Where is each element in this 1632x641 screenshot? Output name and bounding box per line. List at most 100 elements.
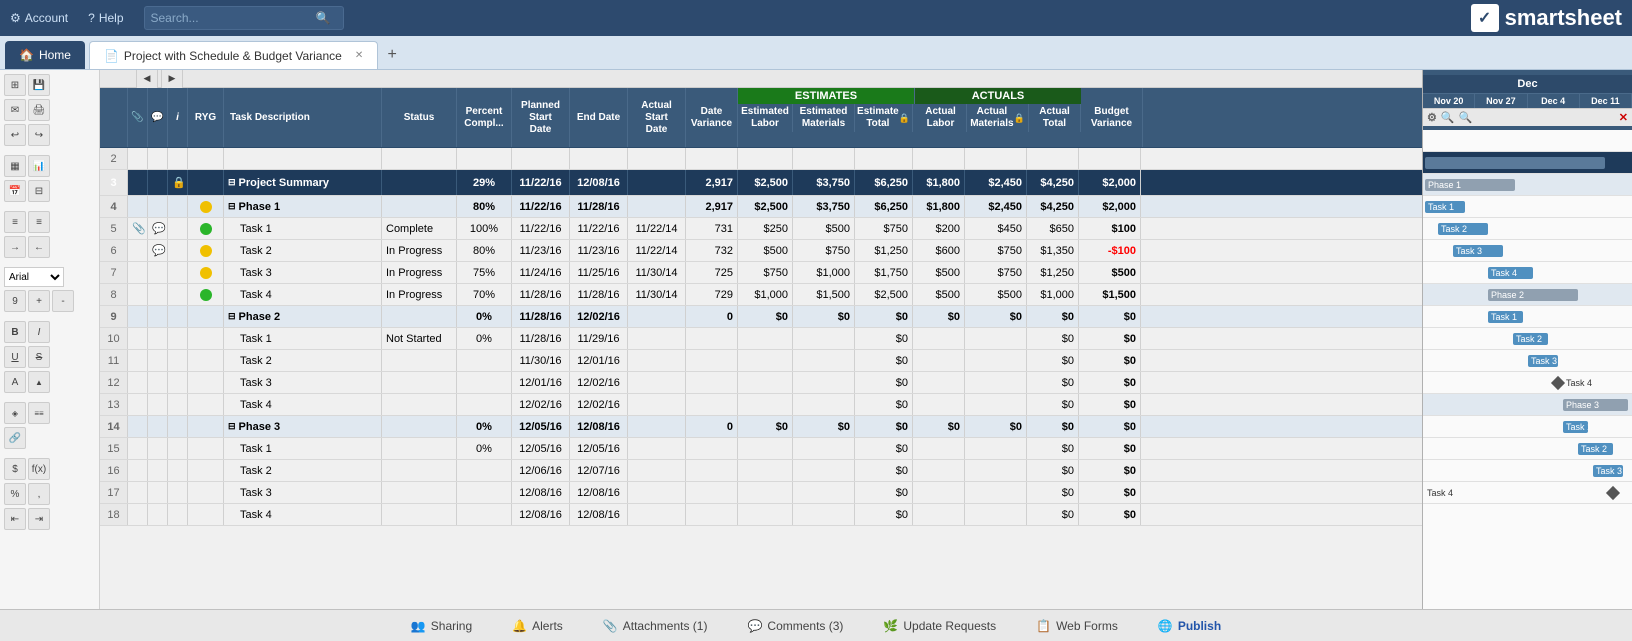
- table-row[interactable]: 8 Task 4 In Progress 70% 11/28/16 11/28/…: [100, 284, 1422, 306]
- cell-task-5[interactable]: Task 1: [224, 218, 382, 239]
- calendar-button[interactable]: 📅: [4, 180, 26, 202]
- table-row[interactable]: 9 ⊟ Phase 2 0% 11/28/16 12/02/16 0 $0 $0…: [100, 306, 1422, 328]
- alerts-icon: 🔔: [512, 619, 527, 633]
- tab-sheet[interactable]: 📄 Project with Schedule & Budget Varianc…: [89, 41, 378, 69]
- strikethrough-button[interactable]: S: [28, 346, 50, 368]
- gantt-close-icon[interactable]: ✕: [1619, 111, 1628, 124]
- cell-task-8[interactable]: Task 4: [224, 284, 382, 305]
- table-row[interactable]: 17 Task 3 12/08/16 12/08/16 $0 $0 $0: [100, 482, 1422, 504]
- bold-button[interactable]: B: [4, 321, 26, 343]
- percent-button[interactable]: %: [4, 483, 26, 505]
- cell-task-17[interactable]: Task 3: [224, 482, 382, 503]
- cell-task-15[interactable]: Task 1: [224, 438, 382, 459]
- table-row[interactable]: 16 Task 2 12/06/16 12/07/16 $0 $0 $0: [100, 460, 1422, 482]
- footer-tab-update-requests[interactable]: 🌿 Update Requests: [875, 615, 1004, 637]
- font-selector[interactable]: Arial: [4, 267, 64, 287]
- account-menu[interactable]: ⚙ Account: [10, 11, 68, 25]
- comma-button[interactable]: ,: [28, 483, 50, 505]
- table-row[interactable]: 10 Task 1 Not Started 0% 11/28/16 11/29/…: [100, 328, 1422, 350]
- table-row[interactable]: 2: [100, 148, 1422, 170]
- help-menu[interactable]: ? Help: [88, 11, 123, 25]
- email-button[interactable]: ✉: [4, 99, 26, 121]
- cell-task-12[interactable]: Task 3: [224, 372, 382, 393]
- table-row[interactable]: 13 Task 4 12/02/16 12/02/16 $0 $0 $0: [100, 394, 1422, 416]
- cell-task-2[interactable]: [224, 148, 382, 169]
- cell-task-3[interactable]: ⊟ Project Summary: [224, 170, 382, 195]
- table-button[interactable]: ▦: [4, 155, 26, 177]
- table-row[interactable]: 11 Task 2 11/30/16 12/01/16 $0 $0 $0: [100, 350, 1422, 372]
- dec-decrease-button[interactable]: ⇤: [4, 508, 26, 530]
- gantt-settings-icon[interactable]: ⚙: [1427, 111, 1437, 124]
- formula-button[interactable]: f(x): [28, 458, 50, 480]
- expand-icon-4[interactable]: ⊟: [228, 201, 236, 212]
- card-button[interactable]: ⊟: [28, 180, 50, 202]
- cell-task-9[interactable]: ⊟ Phase 2: [224, 306, 382, 327]
- cell-task-11[interactable]: Task 2: [224, 350, 382, 371]
- close-icon[interactable]: ✕: [355, 50, 363, 61]
- save-button[interactable]: 💾: [28, 74, 50, 96]
- cell-task-6[interactable]: Task 2: [224, 240, 382, 261]
- currency-button[interactable]: $: [4, 458, 26, 480]
- font-size-decrease[interactable]: 9: [4, 290, 26, 312]
- cell-task-13[interactable]: Task 4: [224, 394, 382, 415]
- print-button[interactable]: 🖨: [28, 99, 50, 121]
- gantt-zoom-in-icon[interactable]: 🔍: [1459, 111, 1473, 124]
- cell-task-4[interactable]: ⊟ Phase 1: [224, 196, 382, 217]
- scroll-right-button[interactable]: ▶: [161, 70, 183, 90]
- gantt-button[interactable]: 📊: [28, 155, 50, 177]
- search-box[interactable]: 🔍: [144, 6, 344, 30]
- gantt-diamond-task4-p3: [1606, 486, 1620, 500]
- table-row[interactable]: 12 Task 3 12/01/16 12/02/16 $0 $0 $0: [100, 372, 1422, 394]
- underline-button[interactable]: U: [4, 346, 26, 368]
- scroll-left-button[interactable]: ◀: [136, 70, 158, 90]
- cell-task-14[interactable]: ⊟ Phase 3: [224, 416, 382, 437]
- undo-button[interactable]: ↩: [4, 124, 26, 146]
- cell-task-16[interactable]: Task 2: [224, 460, 382, 481]
- footer-tab-web-forms[interactable]: 📋 Web Forms: [1028, 615, 1126, 637]
- cell-bv-16: $0: [1079, 460, 1141, 481]
- highlight-button[interactable]: ▲: [28, 371, 50, 393]
- link-button[interactable]: 🔗: [4, 427, 26, 449]
- footer-tab-comments[interactable]: 💬 Comments (3): [739, 615, 851, 637]
- gantt-zoom-out-icon[interactable]: 🔍: [1441, 111, 1455, 124]
- table-row[interactable]: 5 📎 💬 Task 1 Complete 100% 11/22/16 11/2…: [100, 218, 1422, 240]
- table-row[interactable]: 7 Task 3 In Progress 75% 11/24/16 11/25/…: [100, 262, 1422, 284]
- format-button[interactable]: ≡≡: [28, 402, 50, 424]
- table-row[interactable]: 6 💬 Task 2 In Progress 80% 11/23/16 11/2…: [100, 240, 1422, 262]
- font-size-increase[interactable]: +: [28, 290, 50, 312]
- outdent-button[interactable]: ←: [28, 236, 50, 258]
- cell-status-3: [382, 170, 457, 195]
- cell-task-18[interactable]: Task 4: [224, 504, 382, 525]
- table-row[interactable]: 15 Task 1 0% 12/05/16 12/05/16 $0 $0 $0: [100, 438, 1422, 460]
- tab-home[interactable]: 🏠 Home: [5, 41, 85, 69]
- cell-task-10[interactable]: Task 1: [224, 328, 382, 349]
- row-num-11: 11: [100, 350, 128, 371]
- expand-icon-3[interactable]: ⊟: [228, 177, 236, 188]
- table-row[interactable]: 3 🔒 ⊟ Project Summary 29% 11/22/16 12/08…: [100, 170, 1422, 196]
- footer-tab-sharing[interactable]: 👥 Sharing: [403, 615, 480, 637]
- align-center-button[interactable]: ≡: [28, 211, 50, 233]
- redo-button[interactable]: ↪: [28, 124, 50, 146]
- cell-task-7[interactable]: Task 3: [224, 262, 382, 283]
- table-row[interactable]: 14 ⊟ Phase 3 0% 12/05/16 12/08/16 0 $0 $…: [100, 416, 1422, 438]
- col-hdr-status: Status: [382, 88, 457, 147]
- cell-pct-17: [457, 482, 512, 503]
- footer-tab-alerts[interactable]: 🔔 Alerts: [504, 615, 571, 637]
- grid-view-button[interactable]: ⊞: [4, 74, 26, 96]
- indent-button[interactable]: →: [4, 236, 26, 258]
- search-input[interactable]: [151, 11, 311, 25]
- italic-button[interactable]: I: [28, 321, 50, 343]
- tab-add-button[interactable]: +: [378, 41, 406, 69]
- footer-tab-attachments[interactable]: 📎 Attachments (1): [595, 615, 716, 637]
- expand-icon-9[interactable]: ⊟: [228, 311, 236, 322]
- cell-et-16: $0: [855, 460, 913, 481]
- color-picker-button[interactable]: A: [4, 371, 26, 393]
- dec-increase-button[interactable]: ⇥: [28, 508, 50, 530]
- table-row[interactable]: 18 Task 4 12/08/16 12/08/16 $0 $0 $0: [100, 504, 1422, 526]
- align-left-button[interactable]: ≡: [4, 211, 26, 233]
- expand-icon-14[interactable]: ⊟: [228, 421, 236, 432]
- fill-button[interactable]: ◈: [4, 402, 26, 424]
- footer-tab-publish[interactable]: 🌐 Publish: [1150, 615, 1229, 637]
- table-row[interactable]: 4 ⊟ Phase 1 80% 11/22/16 11/28/16 2,917 …: [100, 196, 1422, 218]
- toolbar-row-link: 🔗: [4, 427, 95, 449]
